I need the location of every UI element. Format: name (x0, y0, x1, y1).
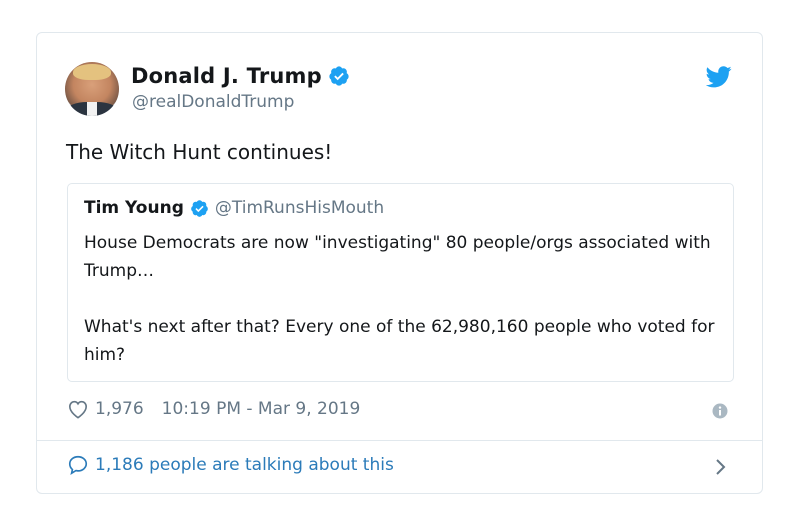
verified-badge-icon (191, 199, 208, 217)
quoted-author-name: Tim Young (84, 198, 184, 218)
twitter-bird-icon[interactable] (706, 66, 732, 88)
tweet-timestamp[interactable]: 10:19 PM - Mar 9, 2019 (162, 399, 361, 419)
divider (37, 440, 762, 441)
talking-link[interactable]: 1,186 people are talking about this (67, 454, 394, 476)
quoted-tweet[interactable]: Tim Young @TimRunsHisMouth House Democra… (67, 183, 734, 382)
author-handle[interactable]: @realDonaldTrump (132, 92, 294, 112)
author-name-row[interactable]: Donald J. Trump (131, 64, 350, 88)
author-name[interactable]: Donald J. Trump (131, 64, 322, 88)
quoted-paragraph: House Democrats are now "investigating" … (84, 233, 711, 281)
tweet-card[interactable]: Donald J. Trump @realDonaldTrump The Wit… (36, 32, 763, 494)
chevron-right-icon[interactable] (714, 457, 728, 477)
talking-label[interactable]: 1,186 people are talking about this (95, 455, 394, 475)
info-icon[interactable] (712, 403, 728, 419)
verified-badge-icon (329, 66, 349, 86)
quoted-paragraph: What's next after that? Every one of the… (84, 317, 715, 365)
quoted-author-row: Tim Young @TimRunsHisMouth (84, 198, 384, 218)
speech-bubble-icon (68, 455, 88, 475)
tweet-meta: 1,976 10:19 PM - Mar 9, 2019 (67, 399, 360, 419)
tweet-text: The Witch Hunt continues! (66, 140, 333, 164)
quoted-tweet-body: House Democrats are now "investigating" … (84, 229, 724, 369)
like-count[interactable]: 1,976 (95, 399, 144, 419)
author-avatar[interactable] (65, 62, 119, 116)
heart-icon[interactable] (67, 399, 89, 419)
quoted-author-handle: @TimRunsHisMouth (214, 198, 385, 218)
